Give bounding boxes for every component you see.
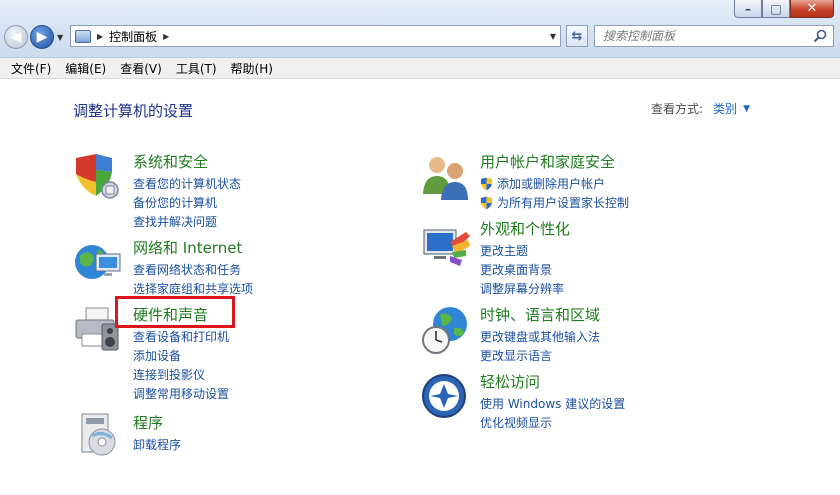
link-connect-projector[interactable]: 连接到投影仪 <box>133 365 229 384</box>
view-by: 查看方式: 类别 ▼ <box>651 100 750 117</box>
breadcrumb-control-panel[interactable]: 控制面板 <box>109 28 157 45</box>
user-accounts-icon[interactable] <box>420 152 472 204</box>
refresh-icon: ⇆ <box>571 28 583 44</box>
view-by-value[interactable]: 类别 <box>713 100 737 117</box>
highlight-box <box>115 296 235 328</box>
link-find-fix-problems[interactable]: 查找并解决问题 <box>133 212 241 231</box>
link-adjust-resolution[interactable]: 调整屏幕分辨率 <box>480 279 570 298</box>
link-change-desktop-background[interactable]: 更改桌面背景 <box>480 260 570 279</box>
forward-button[interactable]: ▶ <box>30 25 54 49</box>
category-network-internet: 网络和 Internet 查看网络状态和任务 选择家庭组和共享选项 <box>133 237 253 298</box>
category-title-user-accounts[interactable]: 用户帐户和家庭安全 <box>480 151 629 172</box>
category-title-appearance[interactable]: 外观和个性化 <box>480 218 570 239</box>
maximize-icon: □ <box>770 1 782 16</box>
link-add-remove-users-label: 添加或删除用户帐户 <box>497 177 606 191</box>
view-by-dropdown-icon[interactable]: ▼ <box>743 104 750 114</box>
system-security-shield-icon[interactable] <box>72 152 124 204</box>
close-icon: ✕ <box>806 1 818 16</box>
category-title-clock-language-region[interactable]: 时钟、语言和区域 <box>480 304 600 325</box>
maximize-button[interactable]: □ <box>762 0 790 18</box>
refresh-button[interactable]: ⇆ <box>566 25 588 47</box>
clock-globe-icon[interactable] <box>420 304 472 356</box>
appearance-icon[interactable] <box>420 222 472 274</box>
network-globe-icon[interactable] <box>72 238 124 290</box>
minimize-icon: – <box>745 1 751 16</box>
window-controls: – □ ✕ <box>734 0 834 18</box>
page-title: 调整计算机的设置 <box>73 102 194 120</box>
title-address-bar: – □ ✕ ◀ ▶ ▼ ▶ 控制面板 ▶ ▼ ⇆ <box>0 0 840 58</box>
address-bar[interactable]: ▶ 控制面板 ▶ ▼ <box>70 25 561 47</box>
category-appearance: 外观和个性化 更改主题 更改桌面背景 调整屏幕分辨率 <box>480 218 570 298</box>
recent-pages-dropdown-icon[interactable]: ▼ <box>57 33 63 42</box>
category-clock-language-region: 时钟、语言和区域 更改键盘或其他输入法 更改显示语言 <box>480 304 600 365</box>
category-programs: 程序 卸载程序 <box>133 412 181 454</box>
menu-view[interactable]: 查看(V) <box>113 60 169 77</box>
menu-edit[interactable]: 编辑(E) <box>58 60 113 77</box>
category-title-system-security[interactable]: 系统和安全 <box>133 151 241 172</box>
category-title-network-internet[interactable]: 网络和 Internet <box>133 237 253 258</box>
address-dropdown-icon[interactable]: ▼ <box>550 32 556 41</box>
link-backup-computer[interactable]: 备份您的计算机 <box>133 193 241 212</box>
view-by-label: 查看方式: <box>651 102 704 116</box>
back-button[interactable]: ◀ <box>4 25 28 49</box>
search-input[interactable] <box>603 29 803 43</box>
uac-shield-icon <box>481 196 492 209</box>
search-box[interactable] <box>594 25 834 47</box>
menu-tools[interactable]: 工具(T) <box>169 60 224 77</box>
ease-of-access-icon[interactable] <box>420 372 472 424</box>
link-add-remove-users[interactable]: 添加或删除用户帐户 <box>480 174 629 193</box>
category-system-security: 系统和安全 查看您的计算机状态 备份您的计算机 查找并解决问题 <box>133 151 241 231</box>
link-parental-controls-label: 为所有用户设置家长控制 <box>497 196 630 210</box>
breadcrumb-chevron-icon[interactable]: ▶ <box>97 32 103 41</box>
link-view-network-status[interactable]: 查看网络状态和任务 <box>133 260 253 279</box>
link-change-display-language[interactable]: 更改显示语言 <box>480 346 600 365</box>
search-icon[interactable] <box>813 29 827 43</box>
forward-arrow-icon: ▶ <box>36 29 48 45</box>
link-add-device[interactable]: 添加设备 <box>133 346 229 365</box>
close-button[interactable]: ✕ <box>790 0 834 18</box>
link-change-theme[interactable]: 更改主题 <box>480 241 570 260</box>
link-mobility-settings[interactable]: 调整常用移动设置 <box>133 384 229 403</box>
menu-file[interactable]: 文件(F) <box>4 60 58 77</box>
link-uninstall-program[interactable]: 卸载程序 <box>133 435 181 454</box>
back-arrow-icon: ◀ <box>10 29 22 45</box>
category-title-ease-of-access[interactable]: 轻松访问 <box>480 371 625 392</box>
breadcrumb-chevron-icon[interactable]: ▶ <box>163 32 169 41</box>
uac-shield-icon <box>481 177 492 190</box>
link-optimize-visual-display[interactable]: 优化视频显示 <box>480 413 625 432</box>
control-panel-icon <box>75 29 91 43</box>
category-ease-of-access: 轻松访问 使用 Windows 建议的设置 优化视频显示 <box>480 371 625 432</box>
link-view-computer-status[interactable]: 查看您的计算机状态 <box>133 174 241 193</box>
menu-bar: 文件(F) 编辑(E) 查看(V) 工具(T) 帮助(H) <box>0 58 840 79</box>
minimize-button[interactable]: – <box>734 0 762 18</box>
link-parental-controls[interactable]: 为所有用户设置家长控制 <box>480 193 629 212</box>
link-change-keyboard-input[interactable]: 更改键盘或其他输入法 <box>480 327 600 346</box>
link-recommended-settings[interactable]: 使用 Windows 建议的设置 <box>480 394 625 413</box>
programs-icon[interactable] <box>72 410 124 462</box>
category-title-programs[interactable]: 程序 <box>133 412 181 433</box>
menu-help[interactable]: 帮助(H) <box>224 60 280 77</box>
link-devices-printers[interactable]: 查看设备和打印机 <box>133 327 229 346</box>
category-user-accounts: 用户帐户和家庭安全 添加或删除用户帐户 为所有用户设置家长控制 <box>480 151 629 212</box>
